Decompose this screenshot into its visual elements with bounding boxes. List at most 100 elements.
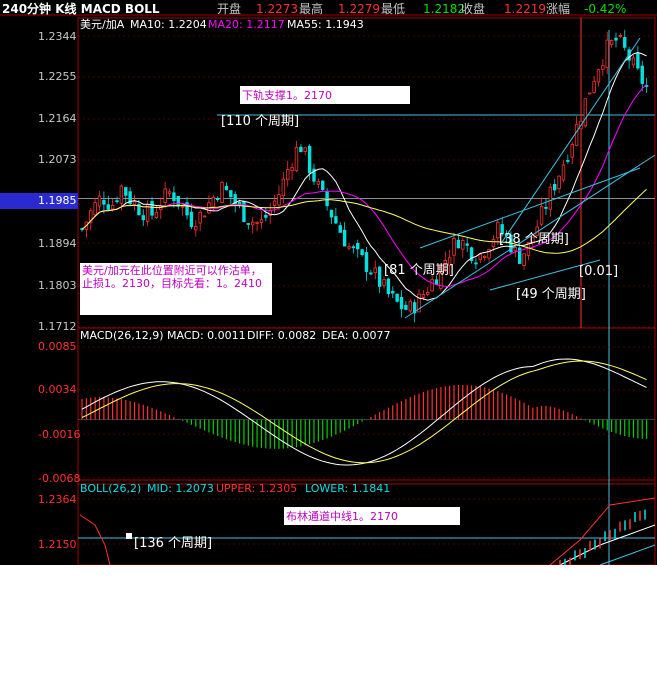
boll-upper-right [549,497,656,565]
candle-body-10 [124,187,128,196]
candle-body-80 [430,279,434,292]
candle-body-86 [456,239,461,249]
close-label: 收盘 [461,2,486,16]
candle-body-58 [334,216,338,224]
candle-body-17 [154,211,159,219]
ma55-label: MA55: 1.1943 [287,18,364,31]
boll-tick-1: 1.2150 [38,538,77,551]
candle-body-52 [307,145,312,174]
candle-body-72 [395,293,399,302]
candle-body-74 [404,304,408,310]
candle-body-16 [150,201,154,216]
period-label-81: [81 个周期] [384,263,454,278]
candle-body-34 [229,190,233,198]
diff-value: DIFF: 0.0082 [247,329,317,342]
ma10-label: MA10: 1.2204 [130,18,207,31]
candle-body-126 [631,57,636,66]
candle-body-31 [215,198,220,201]
candle-body-30 [211,196,216,208]
boll-tick-0: 1.2364 [38,493,77,506]
candle-body-110 [561,164,566,181]
macd-diff-line [81,358,647,466]
candle-body-5 [102,199,106,205]
candle-body-64 [360,249,364,256]
candle-body-32 [220,181,224,203]
symbol-label: 美元/加A [80,18,125,31]
candle-body-48 [290,166,294,172]
candle-body-121 [609,40,614,46]
candle-body-14 [141,215,145,221]
candle-body-41 [259,219,264,223]
kline-label: K线 [55,2,77,16]
candle-body-65 [364,252,369,272]
dea-value: DEA: 0.0077 [322,329,391,342]
candle-body-40 [255,222,259,224]
candle-body-117 [592,81,596,93]
candle-body-109 [557,175,561,190]
candle-body-70 [386,278,391,295]
open-label: 开盘 [217,2,242,16]
boll-upper-left [79,514,111,565]
price-tick-0: 1.2344 [38,30,77,43]
candle-body-7 [110,204,115,210]
candle-body-112 [570,143,574,158]
candle-body-94 [491,239,496,247]
candle-body-61 [347,246,351,249]
macd-dea-line [81,360,647,464]
chart-area[interactable]: 240分钟 K线 MACD BOLL 开盘 1.2273 最高 1.2279 最… [0,0,657,565]
candle-body-56 [325,191,329,207]
price-tick-1: 1.2255 [38,70,77,83]
candle-body-85 [452,238,456,256]
support-note: 下轨支撑1。2170 [240,86,410,104]
candle-body-33 [224,185,229,191]
period-label-ratio: [0.01] [579,264,619,279]
candle-body-73 [399,296,404,310]
candle-body-23 [180,205,185,208]
candle-body-113 [574,123,579,146]
candle-body-62 [351,246,356,249]
price-tick-4: 1.1985 [38,194,77,207]
candle-body-119 [601,65,605,70]
period-label-136: [136 个周期] [134,536,213,551]
candle-body-116 [588,92,592,95]
candle-body-54 [316,181,321,185]
candle-body-25 [189,211,194,228]
candle-body-19 [163,188,167,203]
macd-tick-3: -0.0068 [38,472,81,485]
candle-body-108 [553,183,557,191]
macd-tick-1: 0.0034 [38,383,77,396]
candle-body-45 [277,194,281,206]
candle-body-21 [172,192,176,202]
price-tick-7: 1.1712 [38,320,77,333]
period-label-38: [38 个周期] [499,232,569,247]
candle-body-69 [382,279,386,286]
high-value: 1.2279 [338,2,380,16]
close-value: 1.2219 [504,2,546,16]
macd-title: MACD(26,12,9) [80,329,164,342]
low-label: 最低 [381,2,406,16]
candle-body-111 [566,160,570,162]
candle-body-49 [294,147,299,172]
candle-body-28 [202,215,207,218]
candle-body-92 [482,256,487,259]
high-label: 最高 [299,2,324,16]
boll-note: 布林通道中线1。2170 [284,507,460,525]
candle-body-50 [299,146,303,153]
indicator-names: MACD BOLL [80,2,160,16]
candle-body-51 [303,147,307,152]
candle-body-6 [106,204,110,210]
candle-body-8 [115,200,119,203]
macd-tick-2: -0.0016 [38,428,81,441]
low-value: 1.2182 [423,2,465,16]
candle-body-99 [513,247,518,251]
trade-note: 美元/加元在此位置附近可以作沽单，止损1。2130，目标先看：1。2410 [80,263,272,315]
candle-body-42 [264,214,268,218]
candle-body-9 [119,185,124,204]
candle-body-59 [338,225,342,233]
candle-body-105 [539,205,544,225]
boll-upper: UPPER: 1.2305 [216,482,298,495]
candle-body-67 [373,267,377,274]
candle-body-124 [623,37,627,48]
macd-panel-frame [77,327,656,485]
candle-body-4 [97,195,102,207]
